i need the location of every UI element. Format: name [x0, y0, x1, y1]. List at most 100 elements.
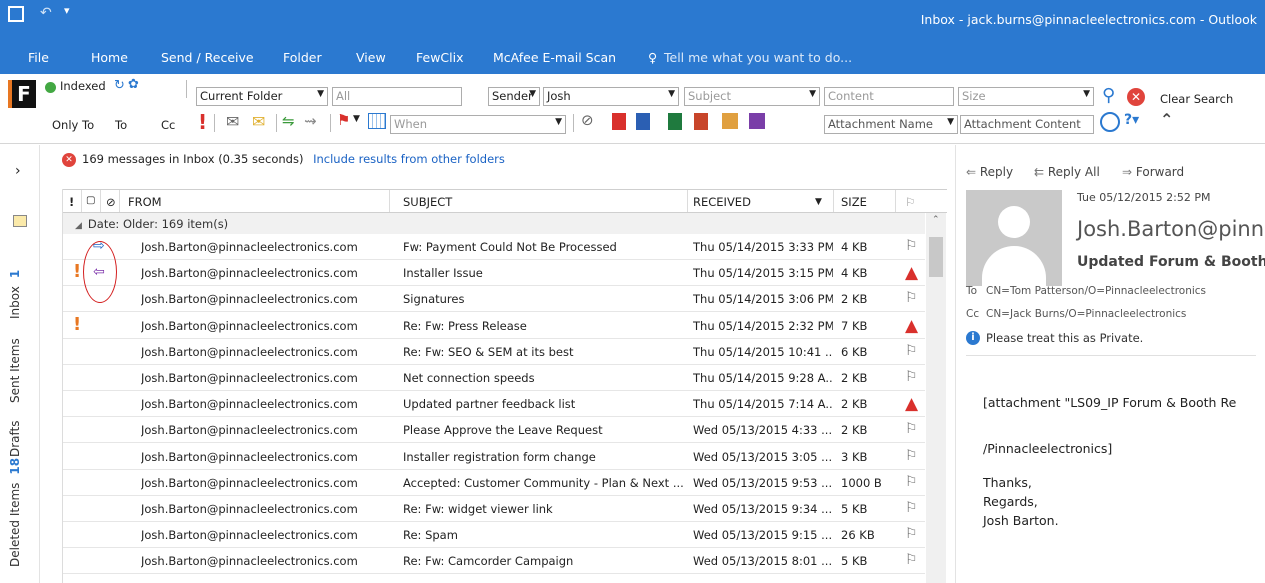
flag-icon[interactable]: ⚐: [905, 421, 918, 437]
table-row[interactable]: Josh.Barton@pinnacleelectronics.com Re: F…: [63, 339, 925, 365]
flag-dropdown-icon[interactable]: ▼: [353, 114, 360, 124]
unread-mail-icon[interactable]: ✉: [252, 112, 265, 131]
clock-icon[interactable]: [1100, 112, 1120, 132]
quick-access-dropdown-icon[interactable]: ▾: [64, 4, 70, 17]
flag-icon[interactable]: ⚐: [905, 369, 918, 385]
scope-dropdown[interactable]: Current Folder ▼: [196, 87, 328, 106]
table-row[interactable]: Josh.Barton@pinnacleelectronics.com Net c…: [63, 365, 925, 391]
new-folder-icon[interactable]: [13, 215, 27, 227]
attachment-column-icon[interactable]: ⊘: [106, 195, 116, 209]
include-other-folders-link[interactable]: Include results from other folders: [313, 152, 505, 166]
flag-icon[interactable]: ⚐: [905, 290, 918, 306]
tab-send-receive[interactable]: Send / Receive: [161, 50, 254, 65]
flag-icon[interactable]: ⚐: [905, 526, 918, 542]
error-icon: ✕: [62, 152, 76, 167]
table-row[interactable]: Josh.Barton@pinnacleelectronics.com Updat…: [63, 391, 925, 418]
table-row[interactable]: ! ⇦ Josh.Barton@pinnacleelectronics.com Ins…: [63, 260, 925, 287]
size-dropdown[interactable]: Size ▼: [958, 87, 1094, 106]
tab-mcafee[interactable]: McAfee E-mail Scan: [493, 50, 616, 65]
table-row[interactable]: Josh.Barton@pinnacleelectronics.com Pleas…: [63, 417, 925, 444]
refresh-icon[interactable]: ↻: [114, 78, 125, 93]
collapse-icon[interactable]: ⌃: [1160, 110, 1173, 129]
subject-dropdown[interactable]: Subject ▼: [684, 87, 820, 106]
excel-icon[interactable]: [668, 113, 682, 130]
table-row[interactable]: Josh.Barton@pinnacleelectronics.com Accep…: [63, 470, 925, 496]
flag-icon[interactable]: ⚐: [905, 500, 918, 516]
tell-me-input[interactable]: Tell me what you want to do...: [664, 50, 852, 65]
table-row[interactable]: Josh.Barton@pinnacleelectronics.com Signa…: [63, 286, 925, 313]
read-mail-icon[interactable]: ✉: [226, 112, 239, 131]
warning-icon[interactable]: ▲: [905, 394, 918, 414]
tab-fewclix[interactable]: FewClix: [416, 50, 464, 65]
tab-folder[interactable]: Folder: [283, 50, 322, 65]
attachment-content-field[interactable]: Attachment Content: [960, 115, 1094, 134]
tab-file[interactable]: File: [28, 50, 49, 65]
replied-filter-icon[interactable]: ⇋: [282, 112, 295, 130]
nav-drafts[interactable]: Drafts: [8, 421, 22, 458]
flag-icon[interactable]: ⚐: [905, 474, 918, 490]
search-icon[interactable]: ⚲: [1102, 85, 1115, 106]
image-icon[interactable]: [722, 113, 738, 129]
scroll-thumb[interactable]: [929, 237, 943, 277]
content-field[interactable]: Content: [824, 87, 954, 106]
scroll-up-icon[interactable]: ⌃: [932, 215, 940, 225]
help-icon[interactable]: ?▾: [1124, 112, 1139, 128]
table-row[interactable]: Josh.Barton@pinnacleelectronics.com Re: F…: [63, 496, 925, 522]
attachment-filter-icon[interactable]: ⊘: [581, 111, 594, 129]
warning-icon[interactable]: ▲: [905, 263, 918, 283]
reply-all-button[interactable]: ⇇ Reply All: [1034, 165, 1100, 179]
table-row[interactable]: Josh.Barton@pinnacleelectronics.com Re: F…: [63, 548, 925, 575]
warning-icon[interactable]: ▲: [905, 316, 918, 336]
collapse-group-icon[interactable]: ◢: [75, 221, 82, 231]
calendar-icon[interactable]: [368, 113, 386, 129]
clear-search-icon[interactable]: ✕: [1127, 88, 1145, 106]
when-dropdown[interactable]: When ▼: [390, 115, 566, 134]
tab-home[interactable]: Home: [91, 50, 128, 65]
pdf-icon[interactable]: [612, 113, 626, 130]
message-list-scrollbar[interactable]: ⌃: [926, 213, 946, 583]
column-from[interactable]: FROM: [128, 195, 162, 209]
flag-column-icon[interactable]: ⚐: [905, 195, 915, 209]
flag-icon[interactable]: ⚐: [905, 552, 918, 568]
word-icon[interactable]: [636, 113, 650, 130]
sort-desc-icon[interactable]: ▼: [815, 197, 822, 207]
attachment-name-dropdown[interactable]: Attachment Name ▼: [824, 115, 958, 134]
undo-icon[interactable]: ↶: [40, 5, 52, 21]
message-from: Josh.Barton@pinnacleelectronics.com: [141, 475, 358, 490]
clear-search-button[interactable]: Clear Search: [1160, 92, 1233, 106]
powerpoint-icon[interactable]: [694, 113, 708, 130]
flag-icon[interactable]: ⚐: [905, 448, 918, 464]
forward-button[interactable]: ⇒ Forward: [1122, 165, 1184, 179]
table-row[interactable]: Josh.Barton@pinnacleelectronics.com Insta…: [63, 444, 925, 470]
all-field[interactable]: All: [332, 87, 462, 106]
table-row[interactable]: Josh.Barton@pinnacleelectronics.com Re: S…: [63, 522, 925, 549]
sender-value-dropdown[interactable]: Josh ▼: [543, 87, 679, 106]
settings-icon[interactable]: ✿: [128, 77, 139, 92]
column-size[interactable]: SIZE: [841, 195, 867, 209]
only-to-button[interactable]: Only To: [52, 118, 94, 132]
nav-inbox[interactable]: Inbox 1: [8, 270, 22, 319]
content-placeholder: Content: [828, 89, 874, 103]
table-row[interactable]: ⇨ Josh.Barton@pinnacleelectronics.com Fw: …: [63, 234, 925, 260]
flag-filter-icon[interactable]: ⚑: [337, 111, 350, 129]
column-subject[interactable]: SUBJECT: [403, 195, 452, 209]
nav-sent-items[interactable]: Sent Items: [8, 338, 22, 403]
message-subject: Re: Fw: widget viewer link: [403, 502, 553, 516]
nav-deleted-items[interactable]: Deleted Items 18: [8, 458, 22, 567]
flag-icon[interactable]: ⚐: [905, 238, 918, 254]
to-button[interactable]: To: [115, 118, 127, 132]
icon-column-icon[interactable]: ▢: [86, 195, 95, 206]
sender-field-dropdown[interactable]: Sender ▼: [488, 87, 540, 106]
archive-icon[interactable]: [749, 113, 765, 129]
reply-button[interactable]: ⇐ Reply: [966, 165, 1013, 179]
forwarded-filter-icon[interactable]: ⇝: [304, 112, 317, 130]
flag-icon[interactable]: ⚐: [905, 343, 918, 359]
table-row[interactable]: ! Josh.Barton@pinnacleelectronics.com Re: …: [63, 313, 925, 339]
importance-column-icon[interactable]: !: [69, 195, 74, 209]
cc-button[interactable]: Cc: [161, 118, 175, 132]
tab-view[interactable]: View: [356, 50, 386, 65]
importance-filter-icon[interactable]: !: [198, 110, 207, 134]
group-header[interactable]: ◢ Date: Older: 169 item(s): [63, 213, 925, 234]
column-received[interactable]: RECEIVED: [693, 195, 751, 209]
expand-pane-icon[interactable]: ›: [15, 163, 21, 179]
